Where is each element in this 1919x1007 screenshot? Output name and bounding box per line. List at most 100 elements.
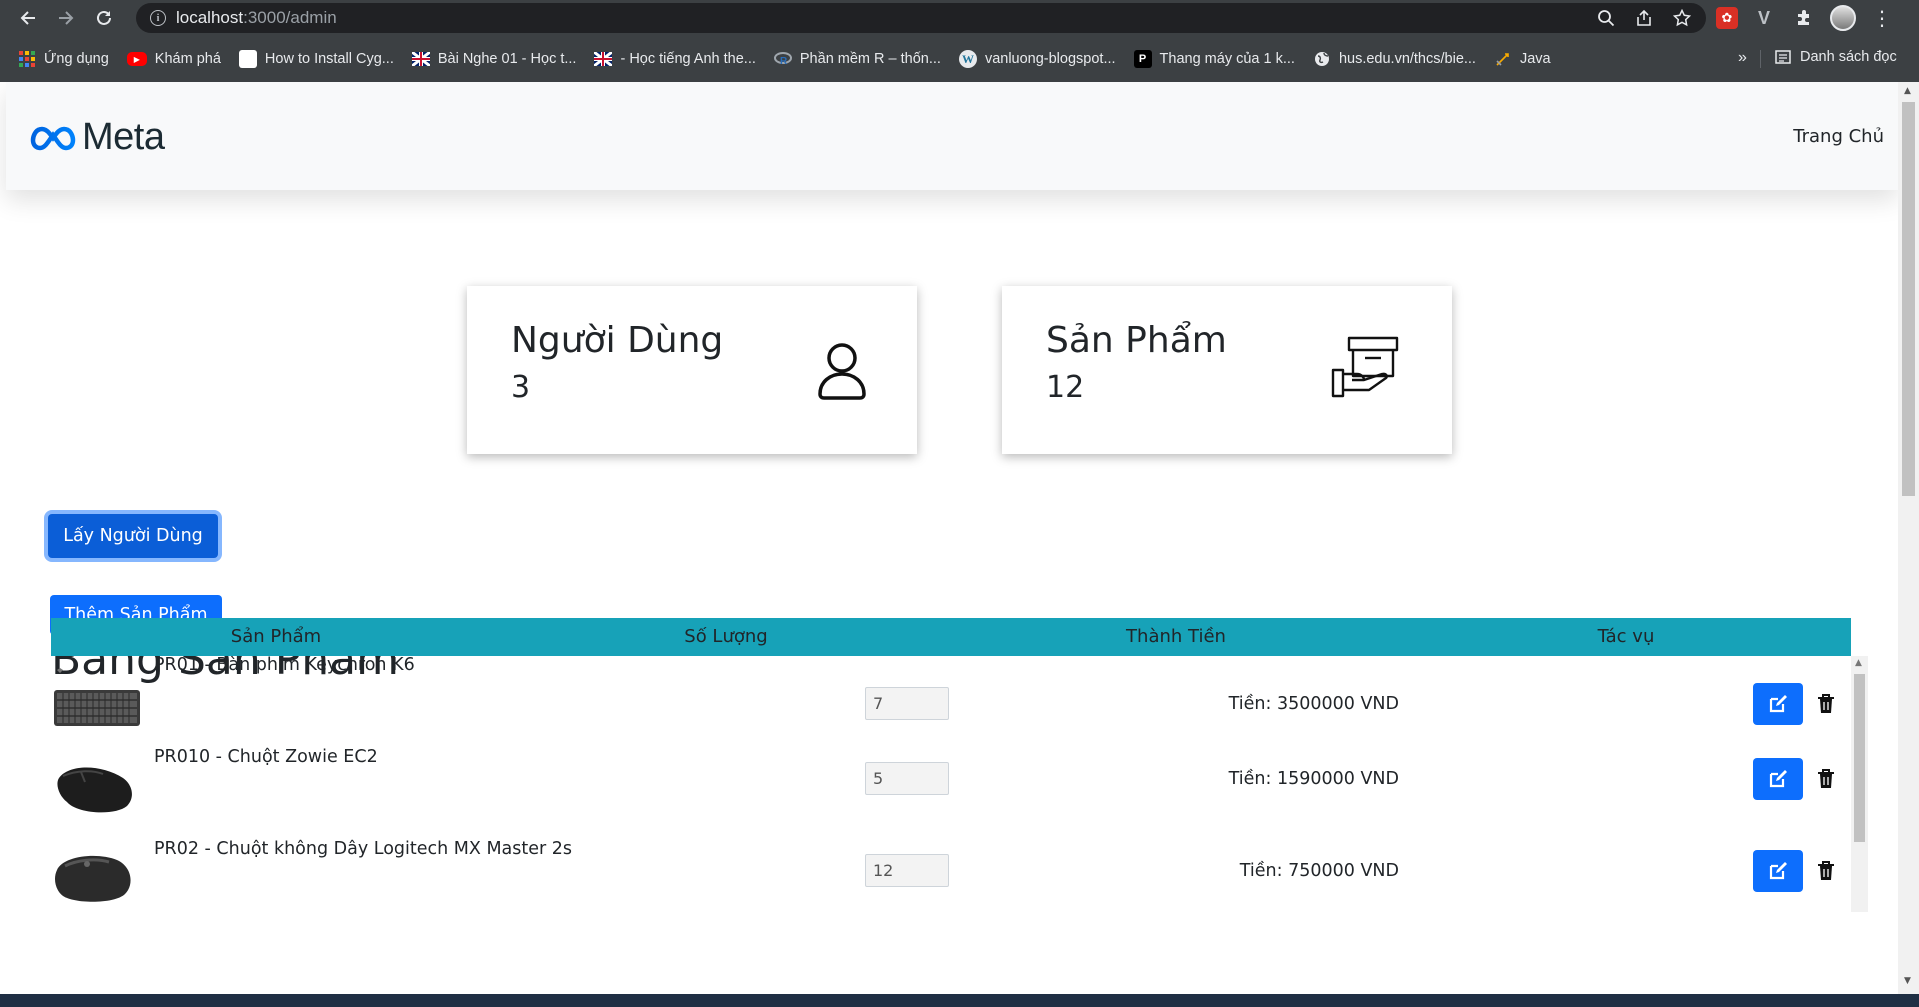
- scroll-up-icon[interactable]: ▲: [1855, 658, 1862, 668]
- edit-button[interactable]: [1753, 758, 1803, 800]
- delete-button[interactable]: [1814, 765, 1838, 793]
- share-icon[interactable]: [1634, 8, 1654, 28]
- trash-icon: [1818, 694, 1834, 713]
- products-stat-value: 12: [1046, 370, 1085, 405]
- nav-home-link[interactable]: Trang Chủ: [1793, 126, 1884, 147]
- url-text: localhost:3000/admin: [176, 8, 337, 27]
- edit-button[interactable]: [1753, 850, 1803, 892]
- bookmark-label: Java: [1519, 51, 1551, 67]
- reading-list-icon: [1774, 48, 1792, 66]
- bookmark-hoc-tieng-anh[interactable]: - Học tiếng Anh the...: [594, 50, 756, 68]
- omnibox-actions: [1596, 8, 1692, 28]
- bookmark-hus[interactable]: hus.edu.vn/thcs/bie...: [1313, 50, 1476, 68]
- delete-button[interactable]: [1814, 690, 1838, 718]
- address-row: i localhost:3000/admin ✿ V ⋮: [0, 0, 1919, 36]
- bookmark-label: Khám phá: [154, 51, 221, 67]
- more-bookmarks-button[interactable]: »: [1738, 49, 1747, 67]
- users-stat-value: 3: [511, 370, 531, 405]
- pinterest-icon: P: [1133, 50, 1152, 68]
- os-taskbar: [0, 994, 1919, 1007]
- bookmark-label: Ứng dụng: [44, 51, 109, 67]
- bookmark-apps[interactable]: Ứng dụng: [18, 50, 109, 68]
- edit-icon: [1769, 770, 1787, 788]
- edit-icon: [1769, 862, 1787, 880]
- table-scroll-thumb[interactable]: [1854, 674, 1865, 842]
- top-navbar: Meta Trang Chủ: [6, 82, 1898, 190]
- menu-kebab-icon[interactable]: ⋮: [1868, 4, 1896, 32]
- table-row: PR02 - Chuột không Dây Logitech MX Maste…: [51, 839, 1851, 912]
- product-table-header: Sản Phẩm Số Lượng Thành Tiền Tác vụ: [51, 618, 1851, 656]
- product-name: PR02 - Chuột không Dây Logitech MX Maste…: [154, 839, 573, 859]
- uk-flag-icon: [594, 50, 613, 68]
- user-icon: [818, 343, 866, 400]
- box-in-hand-icon: [1331, 336, 1399, 398]
- browser-chrome: i localhost:3000/admin ✿ V ⋮ Ứng dụng ▶ …: [0, 0, 1919, 82]
- scroll-up-icon[interactable]: ▲: [1904, 86, 1911, 96]
- product-name: PR010 - Chuột Zowie EC2: [154, 747, 378, 767]
- bookmark-cygwin[interactable]: How to Install Cyg...: [238, 50, 394, 68]
- extension-bar: ✿ V ⋮: [1716, 4, 1896, 32]
- bookmark-label: - Học tiếng Anh the...: [620, 51, 756, 67]
- users-stat-title: Người Dùng: [511, 320, 724, 361]
- back-arrow-icon: [20, 11, 35, 25]
- forward-button[interactable]: [52, 4, 80, 32]
- bookmark-label: How to Install Cyg...: [264, 51, 394, 67]
- bookmark-phan-mem-r[interactable]: R Phần mềm R – thốn...: [773, 50, 941, 68]
- meta-infinity-icon: [30, 126, 76, 150]
- bookmark-youtube[interactable]: ▶ Khám phá: [126, 51, 221, 67]
- trash-icon: [1818, 769, 1834, 788]
- bookmark-label: Bài Nghe 01 - Học t...: [437, 51, 577, 67]
- quantity-input[interactable]: 7: [865, 687, 949, 720]
- delete-button[interactable]: [1814, 857, 1838, 885]
- keyboard-image: [54, 668, 140, 726]
- users-stat-card: Người Dùng 3: [467, 286, 917, 454]
- bookmark-star-icon[interactable]: [1672, 8, 1692, 28]
- extension-v-icon[interactable]: V: [1750, 4, 1778, 32]
- bookmark-label: vanluong-blogspot...: [984, 51, 1116, 67]
- bookmark-vanluong[interactable]: W vanluong-blogspot...: [958, 50, 1116, 68]
- product-price: Tiền: 3500000 VND: [1228, 694, 1399, 714]
- product-table-body: PR01 - Bàn phím Keychron K6 7 Tiền: 3500…: [51, 656, 1851, 912]
- scroll-down-icon[interactable]: ▼: [1904, 976, 1911, 986]
- table-scrollbar[interactable]: ▲: [1851, 656, 1868, 912]
- globe-icon: [1313, 50, 1331, 68]
- reading-list-button[interactable]: Danh sách đọc: [1774, 48, 1897, 66]
- quantity-input[interactable]: 12: [865, 854, 949, 887]
- get-users-button[interactable]: Lấy Người Dùng: [48, 514, 218, 558]
- zoom-icon[interactable]: [1596, 8, 1616, 28]
- address-bar[interactable]: i localhost:3000/admin: [136, 3, 1706, 33]
- extension-red-icon[interactable]: ✿: [1716, 7, 1738, 29]
- brand-name: Meta: [82, 116, 165, 158]
- bookmark-folder-icon: [1494, 50, 1512, 68]
- wireless-mouse-image: [55, 855, 131, 902]
- back-button[interactable]: [14, 4, 42, 32]
- page-scrollbar[interactable]: ▲ ▼: [1898, 82, 1919, 994]
- product-price: Tiền: 750000 VND: [1239, 861, 1399, 881]
- brand-logo[interactable]: Meta: [30, 116, 165, 159]
- bookmark-java[interactable]: Java: [1494, 50, 1551, 68]
- bookmarks-bar: Ứng dụng ▶ Khám phá How to Install Cyg..…: [0, 44, 1919, 74]
- edit-icon: [1769, 695, 1787, 713]
- bookmark-label: Phần mềm R – thốn...: [799, 51, 941, 67]
- bookmark-bai-nghe[interactable]: Bài Nghe 01 - Học t...: [411, 50, 577, 68]
- column-header-product: Sản Phẩm: [230, 626, 322, 647]
- product-price: Tiền: 1590000 VND: [1228, 769, 1399, 789]
- profile-avatar-icon[interactable]: [1830, 5, 1856, 31]
- edit-button[interactable]: [1753, 683, 1803, 725]
- reload-button[interactable]: [90, 4, 118, 32]
- site-info-icon[interactable]: i: [150, 10, 166, 26]
- bookmarks-divider: [1760, 50, 1761, 68]
- products-stat-card: Sản Phẩm 12: [1002, 286, 1452, 454]
- r-logo-icon: R: [773, 50, 792, 68]
- bookmark-thang-may[interactable]: P Thang máy của 1 k...: [1133, 50, 1295, 68]
- extensions-puzzle-icon[interactable]: [1790, 4, 1818, 32]
- youtube-icon: ▶: [126, 52, 147, 66]
- column-header-quantity: Số Lượng: [684, 626, 768, 647]
- svg-text:R: R: [780, 56, 788, 66]
- page-scroll-thumb[interactable]: [1902, 102, 1915, 496]
- forward-arrow-icon: [59, 11, 74, 25]
- bookmark-label: Thang máy của 1 k...: [1159, 51, 1295, 67]
- quantity-input[interactable]: 5: [865, 762, 949, 795]
- table-row: PR01 - Bàn phím Keychron K6 7 Tiền: 3500…: [51, 656, 1851, 748]
- uk-flag-icon: [411, 50, 430, 68]
